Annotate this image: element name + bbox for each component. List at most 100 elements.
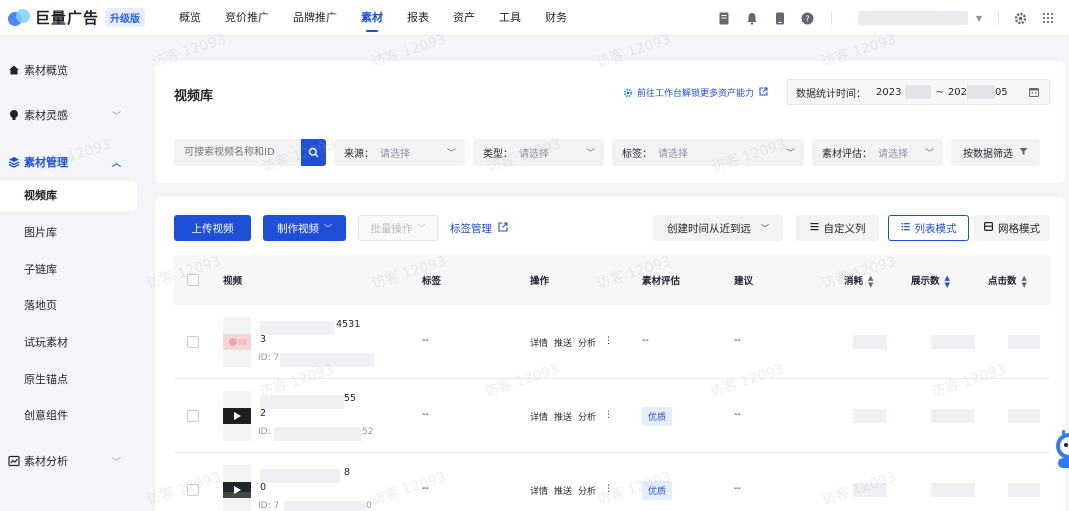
nav-bidding[interactable]: 竞价推广 [213, 0, 281, 36]
redacted-id [280, 353, 375, 367]
sidebar-sub-landing-page[interactable]: 落地页 [0, 291, 137, 321]
gear-icon[interactable] [1013, 11, 1027, 25]
video-title-end[interactable]: 55 [344, 393, 356, 404]
row-checkbox[interactable] [187, 336, 199, 348]
nav-material[interactable]: 素材 [349, 0, 395, 36]
col-clicks[interactable]: 点击数 ▲ ▼ [988, 273, 1027, 289]
data-filter-button[interactable]: 按数据筛选 [951, 139, 1040, 166]
phone-icon[interactable] [773, 11, 787, 25]
col-eval: 素材评估 [642, 276, 681, 287]
video-thumbnail[interactable] [223, 317, 251, 367]
data-filter-label: 按数据筛选 [963, 149, 1013, 160]
type-label: 类型： [483, 149, 513, 160]
push-link[interactable]: 推送 [554, 336, 572, 349]
tag-cell: -- [422, 335, 429, 346]
nav-finance[interactable]: 财务 [533, 0, 579, 36]
sidebar-item-overview[interactable]: 素材概览 [0, 55, 145, 85]
redacted-id [274, 427, 362, 441]
analyze-link[interactable]: 分析 [578, 410, 596, 423]
batch-operation-button[interactable]: 批量操作 ﹀ [358, 215, 438, 241]
brand-logo[interactable]: 巨量广告 升级版 [8, 7, 146, 28]
push-link[interactable]: 推送 [554, 410, 572, 423]
select-all-checkbox[interactable] [187, 274, 199, 286]
help-icon[interactable]: ? [801, 11, 815, 25]
chevron-down-icon: ﹀ [761, 223, 769, 233]
chevron-down-icon: ﹀ [111, 111, 121, 122]
sidebar-item-label: 素材概览 [24, 64, 68, 77]
analyze-link[interactable]: 分析 [578, 336, 596, 349]
nav-divider [830, 11, 832, 25]
date-range-picker[interactable]: 数据统计时间： 2023 ~ 202 05 [787, 79, 1050, 105]
nav-overview[interactable]: 概览 [167, 0, 213, 36]
row-checkbox[interactable] [187, 484, 199, 496]
upload-video-button[interactable]: 上传视频 [174, 215, 251, 241]
make-video-button[interactable]: 制作视频 ﹀ [263, 215, 346, 241]
detail-link[interactable]: 详情 [530, 336, 548, 349]
video-thumbnail[interactable] [223, 391, 251, 441]
table-row[interactable]: 55 2 ID: 52 -- 详情 推送 分析 ⋮ 优质 -- [174, 379, 1050, 453]
bell-icon[interactable] [745, 11, 759, 25]
col-cost[interactable]: 消耗 ▲ ▼ [844, 273, 873, 289]
tag-manage-link[interactable]: 标签管理 [450, 221, 508, 236]
list-mode-button[interactable]: 列表模式 [888, 215, 969, 241]
col-advice: 建议 [734, 276, 754, 287]
assistant-float-button[interactable] [1052, 424, 1069, 472]
detail-link[interactable]: 详情 [530, 484, 548, 497]
chevron-down-icon: ﹀ [111, 457, 121, 468]
chevron-down-icon[interactable]: ▼ [976, 14, 982, 23]
calendar-icon [1029, 87, 1039, 100]
sidebar-sub-sublink-library[interactable]: 子链库 [0, 255, 137, 285]
sidebar-sub-creative-component[interactable]: 创意组件 [0, 401, 137, 431]
video-thumbnail[interactable] [223, 465, 251, 511]
video-title-end[interactable]: 8 [344, 467, 350, 478]
search-button[interactable] [301, 139, 326, 166]
sidebar-sub-playable[interactable]: 试玩素材 [0, 328, 137, 358]
main-menu: 概览 竞价推广 品牌推广 素材 报表 资产 工具 财务 [167, 0, 579, 36]
nav-brand[interactable]: 品牌推广 [281, 0, 349, 36]
advice-cell: -- [734, 409, 741, 420]
date-end-prefix: 202 [947, 86, 967, 98]
tag-select[interactable]: 标签： 请选择 ﹀ [612, 139, 804, 166]
search-input[interactable] [174, 139, 301, 166]
chevron-down-icon: ﹀ [924, 149, 934, 159]
sort-select[interactable]: 创建时间从近到远 ﹀ [653, 215, 783, 241]
nav-tools[interactable]: 工具 [487, 0, 533, 36]
evaluation-select[interactable]: 素材评估： 请选择 ﹀ [812, 139, 943, 166]
table-row[interactable]: 8 0 ID: 7 0 -- 详情 推送 分析 ⋮ 优质 -- [174, 453, 1050, 511]
row-checkbox[interactable] [187, 410, 199, 422]
date-start: 2023 [876, 86, 902, 98]
sidebar: 素材概览 素材灵感 ﹀ 素材管理 ︿ 视频库 图片库 子链库 落地页 试玩素材 … [0, 36, 145, 511]
table-row[interactable]: 4531 3 ID: 7 -- 详情 推送 分析 ⋮ -- -- [174, 305, 1050, 379]
more-actions-icon[interactable]: ⋮ [604, 336, 613, 349]
redacted-title [260, 321, 335, 335]
document-icon[interactable] [717, 11, 731, 25]
detail-link[interactable]: 详情 [530, 410, 548, 423]
push-link[interactable]: 推送 [554, 484, 572, 497]
sidebar-item-management[interactable]: 素材管理 ︿ [0, 147, 145, 177]
video-title-sub: 3 [260, 334, 267, 345]
account-name[interactable] [857, 11, 968, 25]
external-link-icon [498, 222, 508, 235]
nav-assets[interactable]: 资产 [441, 0, 487, 36]
video-title-end[interactable]: 4531 [336, 319, 360, 330]
col-impressions[interactable]: 展示数 ▲ ▼ [911, 273, 950, 289]
nav-report[interactable]: 报表 [395, 0, 441, 36]
type-value: 请选择 [519, 149, 549, 160]
sidebar-item-analysis[interactable]: 素材分析 ﹀ [0, 446, 145, 476]
workbench-promo-link[interactable]: 前往工作台解锁更多资产能力 [623, 86, 768, 99]
sidebar-sub-image-library[interactable]: 图片库 [0, 218, 137, 248]
more-actions-icon[interactable]: ⋮ [604, 410, 613, 423]
video-id: ID: 7 [258, 501, 280, 511]
sidebar-item-inspiration[interactable]: 素材灵感 ﹀ [0, 100, 145, 130]
source-select[interactable]: 来源： 请选择 ﹀ [334, 139, 465, 166]
type-select[interactable]: 类型： 请选择 ﹀ [473, 139, 604, 166]
apps-grid-icon[interactable] [1041, 11, 1055, 25]
grid-mode-button[interactable]: 网格模式 [974, 215, 1050, 241]
sidebar-sub-native-anchor[interactable]: 原生锚点 [0, 365, 137, 395]
tag-cell: -- [422, 483, 429, 494]
redacted-cost [853, 483, 887, 497]
sidebar-sub-video-library[interactable]: 视频库 [0, 181, 137, 211]
custom-columns-button[interactable]: 自定义列 [796, 215, 879, 241]
more-actions-icon[interactable]: ⋮ [604, 484, 613, 497]
analyze-link[interactable]: 分析 [578, 484, 596, 497]
